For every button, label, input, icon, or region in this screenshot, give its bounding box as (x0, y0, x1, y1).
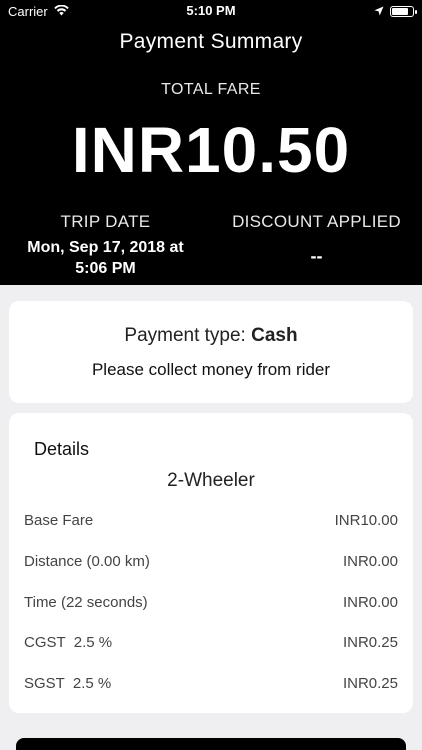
fare-row-base: Base Fare INR10.00 (24, 512, 398, 534)
fare-row-amount: INR0.25 (342, 675, 398, 692)
total-fare-value: INR10.50 (71, 114, 351, 186)
payment-type-label: Payment type: (124, 325, 252, 346)
fare-row-amount: INR0.00 (342, 553, 398, 570)
fare-row-cgst: CGST 2.5 % INR0.25 (24, 634, 398, 656)
fare-row-time: Time (22 seconds) INR0.00 (24, 594, 398, 616)
payment-note: Please collect money from rider (91, 360, 331, 379)
fare-row-distance: Distance (0.00 km) INR0.00 (24, 553, 398, 575)
status-bar: Carrier 5:10 PM (0, 0, 422, 22)
total-fare-label: TOTAL FARE (161, 81, 261, 98)
status-time: 5:10 PM (186, 3, 236, 18)
page-title: Payment Summary (119, 30, 303, 53)
battery-level (392, 8, 409, 15)
discount-value: -- (310, 246, 323, 266)
trip-date-block: TRIP DATE Mon, Sep 17, 2018 at 5:06 PM (0, 212, 211, 279)
details-title: Details (34, 439, 90, 459)
trip-date-label: TRIP DATE (60, 212, 151, 231)
bottom-action-bar[interactable] (16, 738, 406, 750)
battery-icon (390, 6, 417, 17)
trip-date-value: Mon, Sep 17, 2018 at 5:06 PM (27, 239, 184, 277)
location-arrow-icon (374, 4, 384, 19)
fare-row-amount: INR0.00 (342, 594, 398, 611)
payment-card: Payment type: Cash Please collect money … (9, 301, 413, 403)
fare-row-label: Distance (0.00 km) (24, 553, 150, 570)
details-card: Details 2-Wheeler Base Fare INR10.00 Dis… (9, 413, 413, 713)
discount-label: DISCOUNT APPLIED (232, 212, 401, 231)
fare-row-label: Base Fare (24, 512, 94, 529)
fare-row-amount: INR10.00 (334, 512, 398, 529)
summary-header: Carrier 5:10 PM Payment Summary TOTAL FA… (0, 0, 422, 285)
payment-type-value: Cash (251, 325, 298, 346)
fare-row-label: SGST 2.5 % (24, 675, 112, 692)
fare-row-sgst: SGST 2.5 % INR0.25 (24, 675, 398, 697)
fare-row-label: Time (22 seconds) (24, 594, 148, 611)
status-right (374, 4, 417, 19)
fare-row-amount: INR0.25 (342, 634, 398, 651)
payment-type: Payment type: Cash (9, 325, 413, 347)
fare-row-label: CGST 2.5 % (24, 634, 113, 651)
discount-block: DISCOUNT APPLIED -- (211, 212, 422, 267)
vehicle-type: 2-Wheeler (167, 470, 255, 491)
